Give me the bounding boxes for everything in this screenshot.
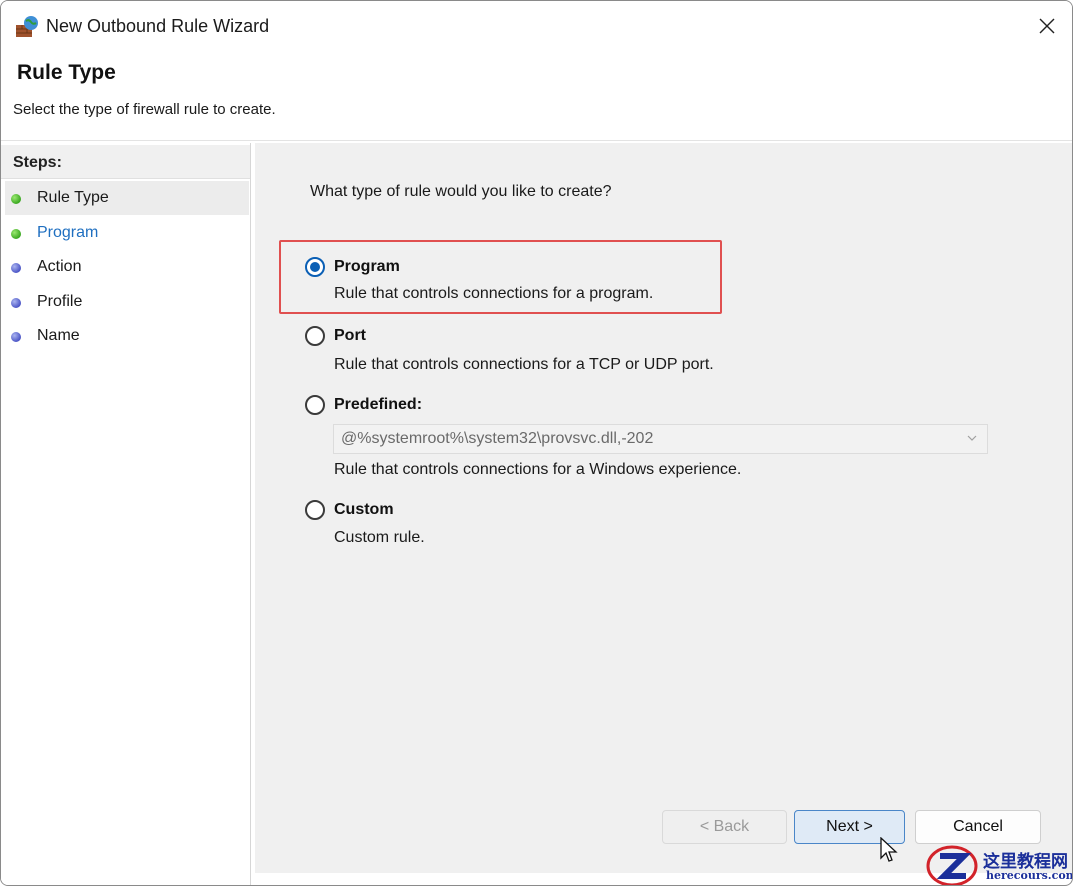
step-name[interactable]: Name: [5, 319, 249, 353]
header-divider: [1, 140, 1072, 141]
predefined-select-value: @%systemroot%\system32\provsvc.dll,-202: [341, 430, 654, 447]
step-pending-dot-icon: [11, 332, 21, 342]
firewall-icon: [15, 15, 39, 39]
radio-custom[interactable]: [305, 500, 325, 520]
question-text: What type of rule would you like to crea…: [310, 183, 612, 200]
option-program-description: Rule that controls connections for a pro…: [334, 285, 654, 302]
watermark-en-text: herecours.com: [986, 869, 1073, 882]
window-title: New Outbound Rule Wizard: [46, 16, 270, 36]
predefined-select[interactable]: @%systemroot%\system32\provsvc.dll,-202: [333, 424, 988, 454]
wizard-window: New Outbound Rule Wizard Rule Type Selec…: [0, 0, 1073, 886]
step-complete-dot-icon: [11, 194, 21, 204]
step-action[interactable]: Action: [5, 250, 249, 284]
radio-predefined[interactable]: [305, 395, 325, 415]
cancel-button[interactable]: Cancel: [915, 810, 1041, 844]
steps-heading-label: Steps:: [13, 154, 62, 171]
steps-panel: Steps: Rule Type Program Action Profile …: [1, 143, 251, 885]
watermark: 这里教程网 herecours.com: [926, 844, 1073, 885]
watermark-logo-icon: [926, 845, 978, 885]
option-predefined-label[interactable]: Predefined:: [334, 396, 422, 414]
wizard-header: Rule Type Select the type of firewall ru…: [1, 53, 1072, 143]
page-title: Rule Type: [17, 61, 116, 84]
step-label: Action: [37, 258, 82, 275]
title-bar: New Outbound Rule Wizard: [1, 1, 1072, 53]
step-pending-dot-icon: [11, 263, 21, 273]
step-label: Rule Type: [37, 189, 109, 206]
steps-heading: Steps:: [1, 145, 250, 179]
option-port-description: Rule that controls connections for a TCP…: [334, 356, 714, 373]
page-description: Select the type of firewall rule to crea…: [13, 101, 276, 118]
option-program-label[interactable]: Program: [334, 258, 400, 276]
step-complete-dot-icon: [11, 229, 21, 239]
step-label: Name: [37, 327, 80, 344]
close-icon: [1039, 18, 1055, 34]
option-custom-description: Custom rule.: [334, 529, 425, 546]
option-predefined-description: Rule that controls connections for a Win…: [334, 461, 742, 478]
back-button[interactable]: < Back: [662, 810, 787, 844]
step-pending-dot-icon: [11, 298, 21, 308]
step-label: Profile: [37, 293, 83, 310]
close-button[interactable]: [1021, 6, 1072, 46]
radio-program[interactable]: [305, 257, 325, 277]
step-rule-type[interactable]: Rule Type: [5, 181, 249, 215]
step-program[interactable]: Program: [5, 216, 249, 250]
option-port-label[interactable]: Port: [334, 327, 366, 345]
step-label: Program: [37, 224, 99, 241]
option-custom-label[interactable]: Custom: [334, 501, 394, 519]
mouse-cursor-icon: [880, 837, 898, 862]
content-pane: What type of rule would you like to crea…: [255, 143, 1072, 873]
radio-port[interactable]: [305, 326, 325, 346]
chevron-down-icon: [967, 435, 977, 441]
step-profile[interactable]: Profile: [5, 285, 249, 319]
